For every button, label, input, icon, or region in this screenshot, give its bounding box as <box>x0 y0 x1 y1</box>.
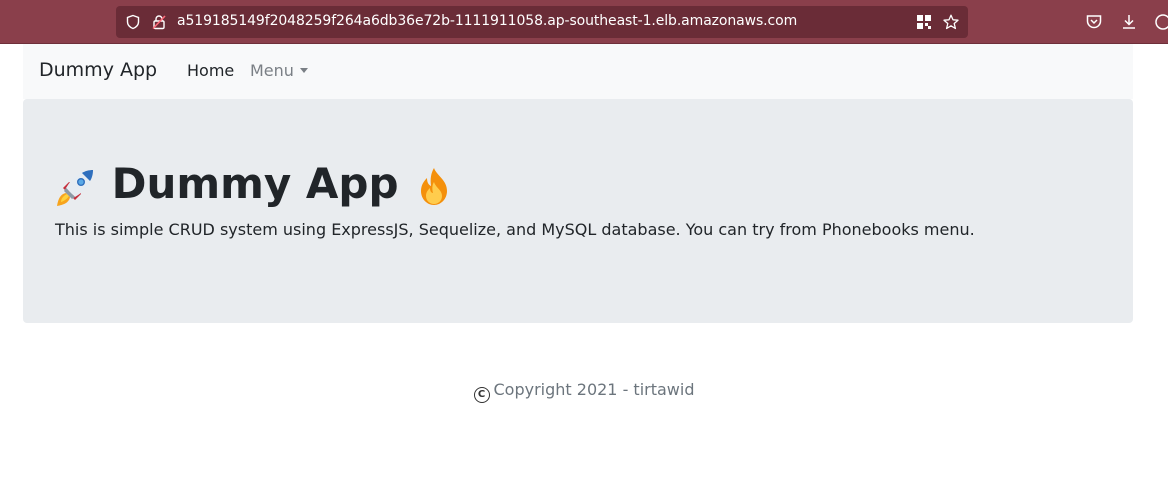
shield-icon[interactable] <box>125 14 141 30</box>
nav-item-menu-label: Menu <box>250 61 294 80</box>
hero-heading: Dummy App <box>55 159 455 209</box>
qr-code-icon[interactable] <box>916 14 932 30</box>
footer: C Copyright 2021 - tirtawid <box>0 380 1168 403</box>
pocket-icon[interactable] <box>1085 13 1103 31</box>
download-icon[interactable] <box>1120 13 1138 31</box>
navbar: Dummy App Home Menu <box>23 44 1133 99</box>
copyright-icon: C <box>473 387 490 403</box>
navbar-brand[interactable]: Dummy App <box>39 59 157 81</box>
nav-item-home[interactable]: Home <box>187 61 234 80</box>
browser-toolbar: a519185149f2048259f264a6db36e72b-1111911… <box>0 0 1168 44</box>
footer-copyright-text: Copyright 2021 - tirtawid <box>493 380 695 399</box>
address-bar[interactable]: a519185149f2048259f264a6db36e72b-1111911… <box>116 6 968 38</box>
caret-down-icon <box>299 68 308 73</box>
hero-title-text: Dummy App <box>111 159 399 208</box>
hero-lead-text: This is simple CRUD system using Express… <box>55 220 975 239</box>
lock-warning-icon[interactable] <box>151 14 167 30</box>
nav-item-menu-dropdown[interactable]: Menu <box>250 61 308 80</box>
account-icon[interactable] <box>1154 13 1168 31</box>
fire-icon <box>421 167 448 205</box>
jumbotron: Dummy App This is simple CRUD system usi… <box>23 99 1133 323</box>
bookmark-star-icon[interactable] <box>943 14 959 30</box>
rocket-icon <box>57 169 93 206</box>
url-text[interactable]: a519185149f2048259f264a6db36e72b-1111911… <box>177 13 797 29</box>
